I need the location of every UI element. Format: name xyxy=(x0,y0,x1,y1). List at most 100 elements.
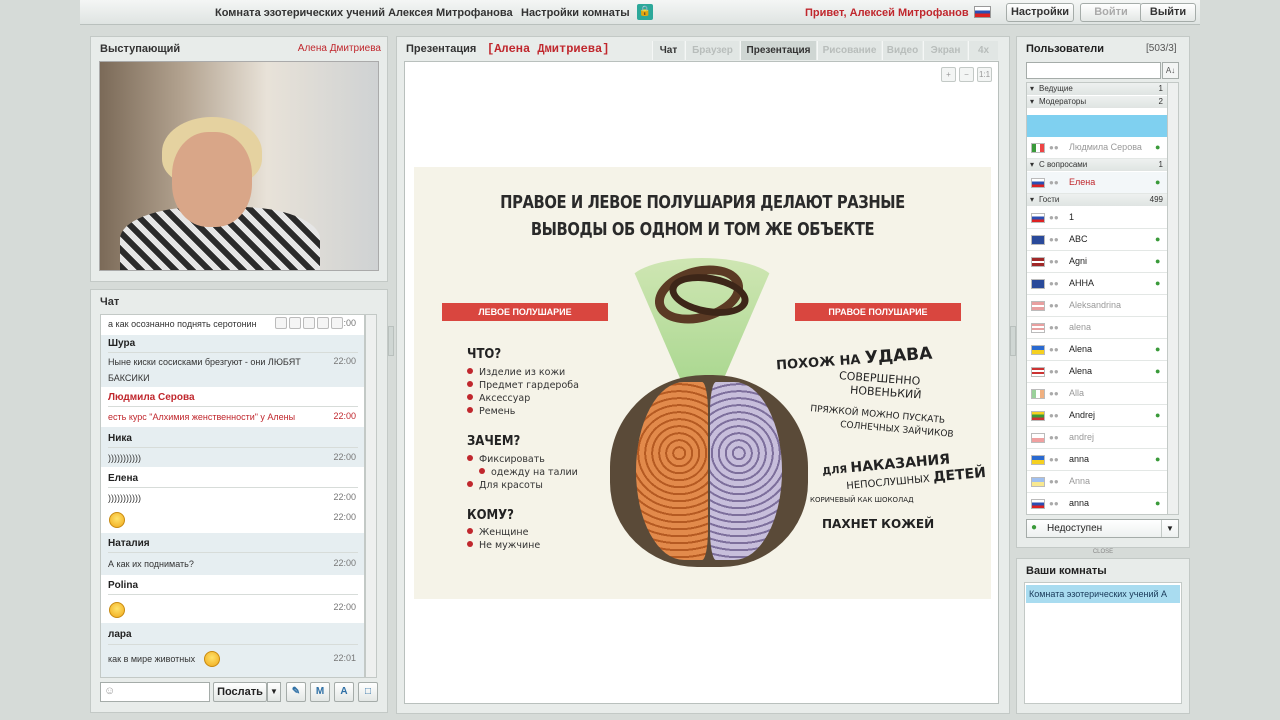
chat-message: Людмила Серова есть курс "Алхимия женств… xyxy=(101,387,364,427)
group-questions-count: 1 xyxy=(1158,160,1163,169)
group-questions[interactable]: С вопросами 1 xyxy=(1027,159,1167,171)
chat-scrollbar[interactable] xyxy=(365,314,377,678)
mic-icon: ●● xyxy=(1049,411,1059,420)
group-leads[interactable]: Ведущие 1 xyxy=(1027,83,1167,95)
chat-clear-icon[interactable]: □ xyxy=(358,682,378,702)
tab-browser[interactable]: Браузер xyxy=(685,41,739,60)
user-status-icon: ● xyxy=(1155,344,1161,354)
user-row[interactable]: ●● Alena ● xyxy=(1027,339,1167,361)
russia-flag-icon xyxy=(1031,499,1045,509)
chat-message-time: 22:00 xyxy=(333,356,356,366)
user-status-icon: ● xyxy=(1155,410,1161,420)
tab-4x[interactable]: 4x xyxy=(968,41,998,60)
ukraine-flag-icon xyxy=(1031,455,1045,465)
room-settings-link[interactable]: Настройки комнаты xyxy=(521,7,630,19)
chat-message-list[interactable]: а как осознанно поднять серотонин 22:00 … xyxy=(100,314,365,678)
user-row[interactable]: ●● andrej xyxy=(1027,427,1167,449)
emoji-icon[interactable]: ☺ xyxy=(104,685,115,697)
right-text-chocolate: КОРИЧЕВЫЙ КАК ШОКОЛАД xyxy=(810,496,914,504)
zoom-reset-icon[interactable]: 1:1 xyxy=(977,67,992,82)
mic-icon: ●● xyxy=(1049,345,1059,354)
group-leads-label: Ведущие xyxy=(1039,84,1073,93)
send-options-arrow-icon[interactable]: ▼ xyxy=(267,682,281,702)
user-name: anna xyxy=(1069,498,1090,508)
smiley-icon xyxy=(109,512,125,528)
chat-text-style-icon[interactable] xyxy=(331,317,343,329)
group-moderators-count: 2 xyxy=(1158,97,1163,106)
status-select[interactable]: Недоступен xyxy=(1026,519,1179,538)
chat-private-icon[interactable]: M xyxy=(310,682,330,702)
user-row[interactable]: ●● 1 xyxy=(1027,207,1167,229)
user-list[interactable]: Ведущие1 Модераторы2 ●● Людмила Серова ●… xyxy=(1026,82,1168,515)
chat-font-size-icon[interactable]: A xyxy=(334,682,354,702)
group-moderators[interactable]: Модераторы 2 xyxy=(1027,96,1167,108)
group-guests[interactable]: Гости 499 xyxy=(1027,194,1167,206)
user-row[interactable]: ●● Alla xyxy=(1027,383,1167,405)
what-item: Ремень xyxy=(467,406,515,417)
user-row[interactable]: ●● AHHA ● xyxy=(1027,273,1167,295)
user-list-scrollbar[interactable] xyxy=(1167,82,1179,515)
chat-message: Шура Ныне киски сосисками брезгуют - они… xyxy=(101,335,364,387)
chat-message-input[interactable]: ☺ xyxy=(100,682,210,702)
tab-chat[interactable]: Чат xyxy=(652,41,684,60)
send-button[interactable]: Послать xyxy=(213,682,267,702)
mic-icon: ●● xyxy=(1049,499,1059,508)
logout-button[interactable]: Выйти xyxy=(1140,3,1196,22)
video-person-face xyxy=(172,132,252,227)
person-status-icon: ● xyxy=(1031,522,1038,533)
user-row[interactable]: ●● ABC ● xyxy=(1027,229,1167,251)
user-row[interactable]: ●● alena xyxy=(1027,317,1167,339)
mic-icon: ●● xyxy=(1049,477,1059,486)
chat-message-time: 22:00 xyxy=(333,602,356,612)
user-row[interactable]: ●● Елена ● xyxy=(1027,172,1167,194)
left-collapse-handle[interactable] xyxy=(388,326,394,356)
lock-icon[interactable]: 🔒 xyxy=(637,4,653,20)
chat-highlight-icon[interactable]: ✎ xyxy=(286,682,306,702)
user-search-input[interactable] xyxy=(1026,62,1161,79)
chat-message-text: ))))))))))) xyxy=(108,493,141,503)
user-status-icon: ● xyxy=(1155,256,1161,266)
user-row[interactable]: ●● Aleksandrina xyxy=(1027,295,1167,317)
chat-text-size-icon[interactable] xyxy=(317,317,329,329)
right-hemisphere-label: ПРАВОЕ ПОЛУШАРИЕ xyxy=(795,303,961,321)
tab-video[interactable]: Видео xyxy=(882,41,922,60)
zoom-out-icon[interactable]: − xyxy=(959,67,974,82)
close-panel-tab[interactable]: CLOSE xyxy=(1080,549,1126,558)
login-button[interactable]: Войти xyxy=(1080,3,1142,22)
mic-icon: ●● xyxy=(1049,279,1059,288)
chat-message: Наталия А как их поднимать? 22:00 xyxy=(101,533,364,575)
what-item: Предмет гардероба xyxy=(467,380,579,391)
zoom-in-icon[interactable]: + xyxy=(941,67,956,82)
sort-az-icon[interactable]: A↓ xyxy=(1162,62,1179,79)
chevron-down-icon[interactable]: ▼ xyxy=(1161,520,1178,537)
user-row[interactable]: ●● anna ● xyxy=(1027,493,1167,514)
user-row[interactable]: ●● Alena ● xyxy=(1027,361,1167,383)
chat-message-time: 22:00 xyxy=(333,411,356,421)
room-list-item[interactable]: Комната эзотерических учений А xyxy=(1026,585,1180,603)
russia-flag-icon[interactable] xyxy=(974,6,991,18)
chat-message-author: Елена xyxy=(108,473,139,484)
user-row[interactable]: ●● Andrej ● xyxy=(1027,405,1167,427)
user-status-icon: ● xyxy=(1155,142,1161,152)
user-row[interactable]: ●● anna ● xyxy=(1027,449,1167,471)
user-row[interactable]: ●● Agni ● xyxy=(1027,251,1167,273)
chat-divider xyxy=(108,594,358,595)
tab-presentation[interactable]: Презентация xyxy=(740,41,816,60)
chat-image-icon[interactable] xyxy=(275,317,287,329)
tab-drawing[interactable]: Рисование xyxy=(817,41,881,60)
chat-divider xyxy=(108,447,358,448)
speaker-video[interactable] xyxy=(99,61,379,271)
user-row[interactable]: ●● Людмила Серова ● xyxy=(1027,137,1167,159)
speaker-panel-title: Выступающий xyxy=(100,43,181,55)
chat-clock-icon[interactable] xyxy=(303,317,315,329)
right-text-punish-children: ДЕТЕЙ xyxy=(932,464,987,486)
ukraine-flag-icon xyxy=(1031,345,1045,355)
user-name: Andrej xyxy=(1069,410,1096,420)
tab-screen[interactable]: Экран xyxy=(923,41,967,60)
settings-button[interactable]: Настройки xyxy=(1006,3,1074,22)
chat-message-text: ))))))))))) xyxy=(108,453,141,463)
chat-font-icon[interactable] xyxy=(289,317,301,329)
user-row[interactable]: ●● Anna xyxy=(1027,471,1167,493)
moderator-toolbar[interactable] xyxy=(1027,115,1167,137)
chat-divider xyxy=(108,487,358,488)
